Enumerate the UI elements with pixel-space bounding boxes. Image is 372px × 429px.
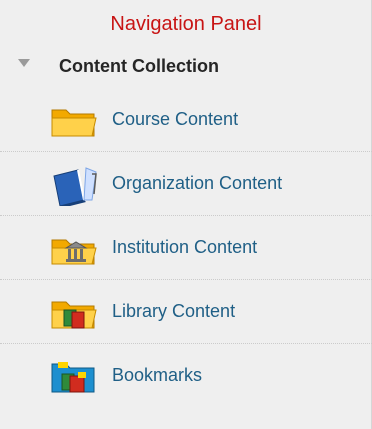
- nav-item-course-content[interactable]: Course Content: [0, 88, 372, 152]
- folder-icon: [48, 102, 100, 142]
- nav-item-organization-content[interactable]: Organization Content: [0, 152, 372, 216]
- navigation-panel: Navigation Panel Content Collection Cour…: [0, 0, 372, 429]
- content-list: Course Content Organization Content Inst…: [0, 88, 372, 408]
- nav-item-label: Institution Content: [112, 237, 258, 257]
- nav-item-institution-content[interactable]: Institution Content: [0, 216, 372, 280]
- book-icon: [48, 166, 100, 208]
- collapse-triangle-icon[interactable]: [18, 59, 30, 67]
- panel-title: Navigation Panel: [110, 13, 262, 35]
- nav-item-label: Organization Content: [112, 173, 283, 193]
- nav-item-label: Bookmarks: [112, 365, 203, 385]
- content-collection-header[interactable]: Content Collection: [59, 55, 219, 77]
- nav-item-label: Course Content: [112, 109, 239, 129]
- library-folder-icon: [48, 294, 100, 334]
- nav-item-library-content[interactable]: Library Content: [0, 280, 372, 344]
- institution-folder-icon: [48, 230, 100, 270]
- nav-item-bookmarks[interactable]: Bookmarks: [0, 344, 372, 408]
- nav-item-label: Library Content: [112, 301, 236, 321]
- bookmarks-icon: [48, 358, 100, 398]
